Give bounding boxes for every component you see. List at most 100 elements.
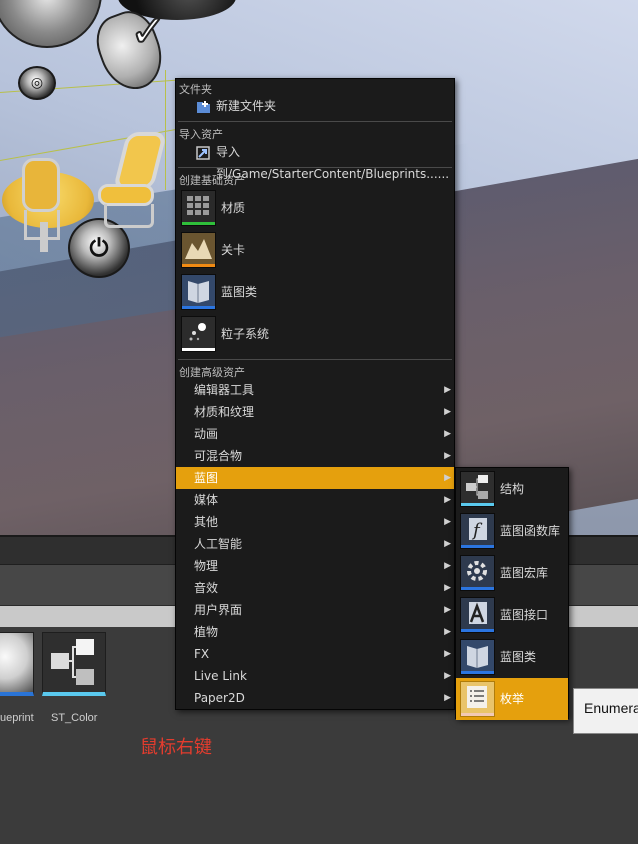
submenu-item-label: 蓝图类 bbox=[500, 650, 537, 664]
asset-type-bar bbox=[182, 348, 215, 351]
menu-item-label: 新建文件夹 bbox=[216, 99, 277, 113]
submenu-item-label: 蓝图函数库 bbox=[500, 524, 561, 538]
menu-item-blueprint-class[interactable]: 蓝图类 bbox=[176, 271, 454, 313]
submenu-arrow-icon: ▶ bbox=[444, 473, 451, 483]
asset-type-bar bbox=[182, 306, 215, 309]
menu-item-misc[interactable]: 其他 ▶ bbox=[176, 511, 454, 533]
menu-item-physics[interactable]: 物理 ▶ bbox=[176, 555, 454, 577]
menu-item-label: FX bbox=[194, 647, 210, 661]
menu-item-import[interactable]: 导入到/Game/StarterContent/Blueprints...... bbox=[176, 141, 454, 181]
submenu-arrow-icon: ▶ bbox=[444, 539, 451, 549]
menu-item-material[interactable]: 材质 bbox=[176, 187, 454, 229]
menu-item-fx[interactable]: FX ▶ bbox=[176, 643, 454, 665]
submenu-item-enum[interactable]: 枚举 bbox=[456, 678, 568, 720]
menu-item-label: 粒子系统 bbox=[221, 327, 270, 341]
menu-item-label: 音效 bbox=[194, 581, 219, 595]
submenu-item-label: 结构 bbox=[500, 482, 525, 496]
menu-item-level[interactable]: 关卡 bbox=[176, 229, 454, 271]
section-import: 导入资产 bbox=[179, 128, 223, 141]
particle-system-icon bbox=[181, 316, 216, 352]
asset-label: ST_Color bbox=[51, 712, 98, 724]
interface-icon bbox=[460, 597, 495, 633]
blueprints-submenu: 结构 f 蓝图函数库 蓝图宏库 蓝图接口 蓝图类 枚举 bbox=[455, 467, 569, 720]
submenu-arrow-icon: ▶ bbox=[444, 671, 451, 681]
menu-item-blueprints[interactable]: 蓝图 ▶ bbox=[176, 467, 454, 489]
new-folder-icon bbox=[196, 99, 210, 113]
right-click-hint: 鼠标右键 bbox=[140, 737, 212, 758]
struct-icon bbox=[460, 471, 495, 507]
menu-item-label: 用户界面 bbox=[194, 603, 243, 617]
chair-back bbox=[22, 158, 60, 212]
asset-type-bar bbox=[182, 222, 215, 225]
submenu-item-function-library[interactable]: f 蓝图函数库 bbox=[456, 510, 568, 552]
menu-item-label: 导入到/Game/StarterContent/Blueprints...... bbox=[216, 145, 450, 181]
function-library-icon: f bbox=[460, 513, 495, 549]
submenu-item-label: 蓝图宏库 bbox=[500, 566, 549, 580]
menu-item-ai[interactable]: 人工智能 ▶ bbox=[176, 533, 454, 555]
blueprint-class-icon bbox=[460, 639, 495, 675]
menu-item-label: Paper2D bbox=[194, 691, 245, 705]
tooltip: Enumera bbox=[573, 688, 638, 734]
menu-item-label: 蓝图 bbox=[194, 471, 219, 485]
submenu-arrow-icon: ▶ bbox=[444, 649, 451, 659]
menu-item-user-interface[interactable]: 用户界面 ▶ bbox=[176, 599, 454, 621]
asset-type-bar bbox=[182, 264, 215, 267]
chair-legs bbox=[104, 204, 154, 228]
struct-thumbnail-icon[interactable] bbox=[42, 632, 106, 696]
asset-type-bar bbox=[461, 503, 494, 506]
asset-type-bar bbox=[461, 671, 494, 674]
menu-item-foliage[interactable]: 植物 ▶ bbox=[176, 621, 454, 643]
submenu-arrow-icon: ▶ bbox=[444, 451, 451, 461]
menu-item-live-link[interactable]: Live Link ▶ bbox=[176, 665, 454, 687]
submenu-item-macro-library[interactable]: 蓝图宏库 bbox=[456, 552, 568, 594]
submenu-item-label: 蓝图接口 bbox=[500, 608, 549, 622]
chair-actor-right[interactable] bbox=[98, 132, 168, 232]
section-advanced: 创建高级资产 bbox=[179, 366, 245, 379]
menu-item-particle-system[interactable]: 粒子系统 bbox=[176, 313, 454, 355]
chair-actor-left[interactable] bbox=[22, 158, 66, 244]
submenu-item-struct[interactable]: 结构 bbox=[456, 468, 568, 510]
submenu-arrow-icon: ▶ bbox=[444, 385, 451, 395]
chair-legs bbox=[24, 210, 60, 240]
menu-item-new-folder[interactable]: 新建文件夹 bbox=[176, 95, 454, 117]
menu-item-blendables[interactable]: 可混合物 ▶ bbox=[176, 445, 454, 467]
submenu-arrow-icon: ▶ bbox=[444, 495, 451, 505]
menu-item-media[interactable]: 媒体 ▶ bbox=[176, 489, 454, 511]
selection-line bbox=[165, 70, 166, 190]
menu-item-label: 媒体 bbox=[194, 493, 219, 507]
checkmark-icon: ✓ bbox=[129, 5, 168, 58]
material-icon bbox=[181, 190, 216, 226]
menu-separator bbox=[178, 359, 452, 360]
submenu-item-interface[interactable]: 蓝图接口 bbox=[456, 594, 568, 636]
menu-separator bbox=[178, 167, 452, 168]
submenu-arrow-icon: ▶ bbox=[444, 627, 451, 637]
submenu-arrow-icon: ▶ bbox=[444, 561, 451, 571]
blueprint-class-icon bbox=[181, 274, 216, 310]
submenu-arrow-icon: ▶ bbox=[444, 583, 451, 593]
menu-item-paper2d[interactable]: Paper2D ▶ bbox=[176, 687, 454, 709]
menu-item-label: 动画 bbox=[194, 427, 219, 441]
import-icon bbox=[196, 145, 210, 160]
menu-item-label: 蓝图类 bbox=[221, 285, 258, 299]
submenu-item-label: 枚举 bbox=[500, 692, 525, 706]
menu-item-materials-textures[interactable]: 材质和纹理 ▶ bbox=[176, 401, 454, 423]
menu-item-sounds[interactable]: 音效 ▶ bbox=[176, 577, 454, 599]
menu-item-label: 材质和纹理 bbox=[194, 405, 255, 419]
menu-item-animation[interactable]: 动画 ▶ bbox=[176, 423, 454, 445]
menu-item-label: 可混合物 bbox=[194, 449, 243, 463]
asset-type-bar bbox=[461, 713, 494, 716]
menu-item-label: 人工智能 bbox=[194, 537, 243, 551]
menu-item-label: Live Link bbox=[194, 669, 247, 683]
submenu-item-blueprint-class[interactable]: 蓝图类 bbox=[456, 636, 568, 678]
submenu-arrow-icon: ▶ bbox=[444, 429, 451, 439]
menu-item-label: 材质 bbox=[221, 201, 246, 215]
reflection-capture-icon[interactable]: ◎ bbox=[18, 66, 56, 100]
sphere-thumbnail-icon[interactable] bbox=[0, 632, 34, 696]
asset-type-bar bbox=[461, 545, 494, 548]
menu-separator bbox=[178, 121, 452, 122]
menu-item-label: 其他 bbox=[194, 515, 219, 529]
enum-icon bbox=[460, 681, 495, 717]
submenu-arrow-icon: ▶ bbox=[444, 517, 451, 527]
section-basic: 创建基础资产 bbox=[179, 174, 245, 187]
menu-item-editor-tools[interactable]: 编辑器工具 ▶ bbox=[176, 379, 454, 401]
